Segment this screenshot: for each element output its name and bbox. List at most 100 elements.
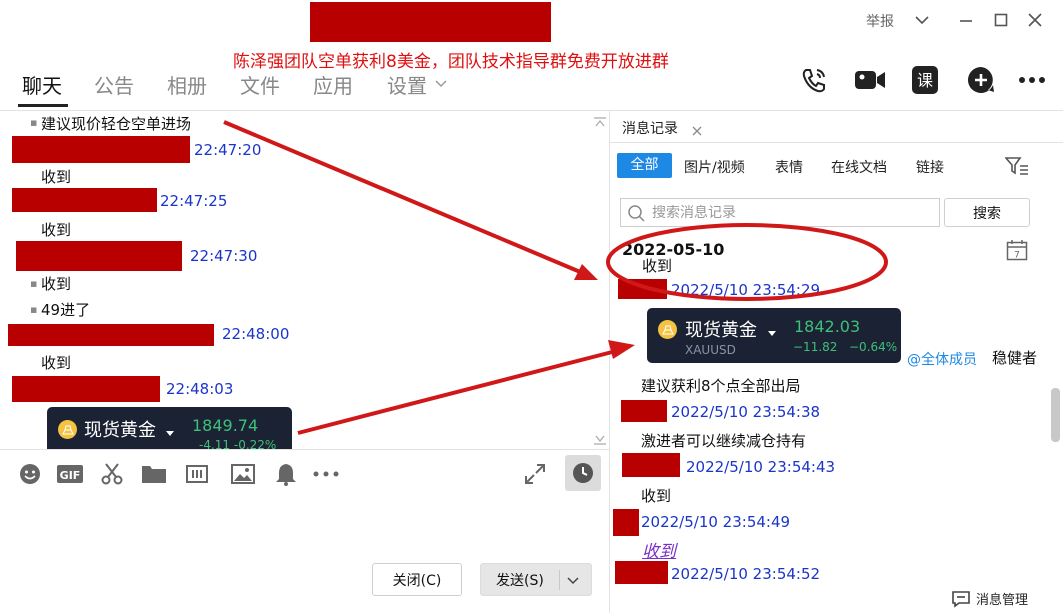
minimize-icon[interactable] xyxy=(957,11,977,29)
tab-album[interactable]: 相册 xyxy=(167,70,207,99)
gold-card-change: −11.82 xyxy=(793,340,838,354)
history-tab-close-icon[interactable] xyxy=(691,122,703,141)
redacted-sender xyxy=(613,509,639,536)
history-scrollbar[interactable] xyxy=(1051,388,1060,442)
history-message-time: 2022/5/10 23:54:49 xyxy=(641,513,791,531)
redacted-sender xyxy=(12,136,190,163)
message-manage-button[interactable]: 消息管理 xyxy=(951,589,1028,608)
filter-images-videos[interactable]: 图片/视频 xyxy=(684,157,745,177)
settings-chevron-icon[interactable] xyxy=(434,75,448,94)
scissors-icon[interactable] xyxy=(100,462,124,486)
collapse-up-icon[interactable] xyxy=(593,113,607,132)
gold-card-change: -4.11 -0.22% xyxy=(199,438,277,449)
gold-card-name: 现货黄金 xyxy=(685,320,757,341)
chat-message-text: 建议现价轻仓空单进场 xyxy=(41,115,192,133)
send-button-label: 发送(S) xyxy=(496,572,544,589)
chat-message-text: 49进了 xyxy=(41,301,91,319)
history-tab-label: 消息记录 xyxy=(622,121,678,137)
composer-divider xyxy=(0,449,609,450)
svg-text:课: 课 xyxy=(917,71,933,90)
chat-message-text: 收到 xyxy=(41,354,72,372)
gold-price-card[interactable]: 现货黄金 1842.03 XAUUSD −11.82 −0.64% xyxy=(647,308,901,363)
history-message-text: 收到 xyxy=(642,257,673,275)
chevron-down-icon[interactable] xyxy=(913,11,933,29)
expand-icon[interactable] xyxy=(523,462,547,486)
chat-message-text: 收到 xyxy=(41,275,72,293)
gif-icon[interactable]: GIF xyxy=(56,462,84,486)
send-button[interactable]: 发送(S) xyxy=(480,563,592,596)
gold-card-dropdown-icon xyxy=(165,423,175,442)
redacted-group-name xyxy=(310,2,551,42)
redacted-sender xyxy=(621,400,667,422)
promo-banner: 陈泽强团队空单获利8美金，团队技术指导群免费开放进群 xyxy=(233,52,669,72)
video-call-icon[interactable] xyxy=(852,64,888,96)
filter-online-docs[interactable]: 在线文档 xyxy=(831,157,887,177)
redacted-sender xyxy=(8,324,214,346)
chat-message-time: 22:47:30 xyxy=(190,247,258,265)
chat-message-text: 收到 xyxy=(41,168,72,186)
redacted-sender xyxy=(618,279,667,299)
history-search-button[interactable]: 搜索 xyxy=(944,198,1030,227)
chat-message-list: ▪ 建议现价轻仓空单进场 22:47:20 收到 22:47:25 收到 22:… xyxy=(0,111,609,449)
image-icon[interactable] xyxy=(230,462,256,486)
gold-card-price: 1849.74 xyxy=(192,416,259,435)
tab-settings[interactable]: 设置 xyxy=(387,70,427,99)
history-message-list: 收到 2022/5/10 23:54:29 现货黄金 1842.03 XAUUS… xyxy=(610,257,1048,587)
gold-coin-icon xyxy=(658,320,677,339)
search-icon xyxy=(628,204,645,222)
gold-card-symbol: XAUUSD xyxy=(685,343,736,357)
report-button[interactable]: 举报 xyxy=(866,11,894,31)
history-message-text: 激进者可以继续减仓持有 xyxy=(641,432,807,450)
chat-message-time: 22:47:20 xyxy=(194,141,262,159)
course-icon[interactable]: 课 xyxy=(911,64,939,96)
gold-card-change-pct: −0.64% xyxy=(849,340,898,354)
folder-icon[interactable] xyxy=(141,462,167,486)
history-message-time: 2022/5/10 23:54:43 xyxy=(686,458,836,476)
emoji-icon[interactable] xyxy=(18,462,42,486)
redacted-sender xyxy=(615,561,668,584)
history-message-time: 2022/5/10 23:54:29 xyxy=(671,281,821,299)
tab-files[interactable]: 文件 xyxy=(240,70,280,99)
filter-links[interactable]: 链接 xyxy=(916,157,944,177)
screen-share-icon[interactable] xyxy=(185,462,209,486)
filter-icon[interactable] xyxy=(1004,156,1029,180)
more-icon[interactable] xyxy=(1016,64,1048,96)
bullet-dot: ▪ xyxy=(30,303,38,316)
history-tab[interactable]: 消息记录 xyxy=(622,118,678,138)
add-icon[interactable] xyxy=(965,64,997,96)
history-message-link[interactable]: 收到 xyxy=(642,537,676,562)
gold-price-card[interactable]: 现货黄金 1849.74 -4.11 -0.22% xyxy=(47,407,292,449)
chat-message-time: 22:47:25 xyxy=(160,192,228,210)
redacted-sender xyxy=(622,453,680,477)
send-options-chevron-icon[interactable] xyxy=(566,573,580,591)
history-message-text: 建议获利8个点全部出局 xyxy=(641,377,801,395)
filter-all[interactable]: 全部 xyxy=(617,153,672,178)
bullet-dot: ▪ xyxy=(30,277,38,290)
history-search-box[interactable] xyxy=(620,198,940,227)
history-search-input[interactable] xyxy=(652,204,939,221)
maximize-icon[interactable] xyxy=(992,11,1012,29)
close-button[interactable]: 关闭(C) xyxy=(372,563,462,596)
filter-emoji[interactable]: 表情 xyxy=(775,157,803,177)
redacted-sender xyxy=(12,376,160,402)
history-message-time: 2022/5/10 23:54:52 xyxy=(671,565,821,583)
history-message-time: 2022/5/10 23:54:38 xyxy=(671,403,821,421)
message-manage-label: 消息管理 xyxy=(976,593,1029,608)
voice-call-icon[interactable] xyxy=(798,64,830,96)
message-manage-icon xyxy=(952,590,970,608)
history-tab-divider xyxy=(610,142,1063,143)
tab-chat[interactable]: 聊天 xyxy=(22,70,62,99)
svg-text:GIF: GIF xyxy=(60,469,81,482)
bell-icon[interactable] xyxy=(274,462,298,486)
tab-apps[interactable]: 应用 xyxy=(313,70,353,99)
collapse-down-icon[interactable] xyxy=(593,431,607,450)
tab-active-indicator xyxy=(18,104,68,107)
mention-all-members[interactable]: @全体成员 xyxy=(907,349,977,369)
gold-card-price: 1842.03 xyxy=(794,317,861,336)
close-icon[interactable] xyxy=(1026,11,1046,29)
more-tools-icon[interactable] xyxy=(312,462,340,486)
gold-card-name: 现货黄金 xyxy=(84,420,156,441)
tab-announcement[interactable]: 公告 xyxy=(94,70,134,99)
history-clock-icon[interactable] xyxy=(565,455,601,491)
gold-card-dropdown-icon xyxy=(767,323,777,342)
